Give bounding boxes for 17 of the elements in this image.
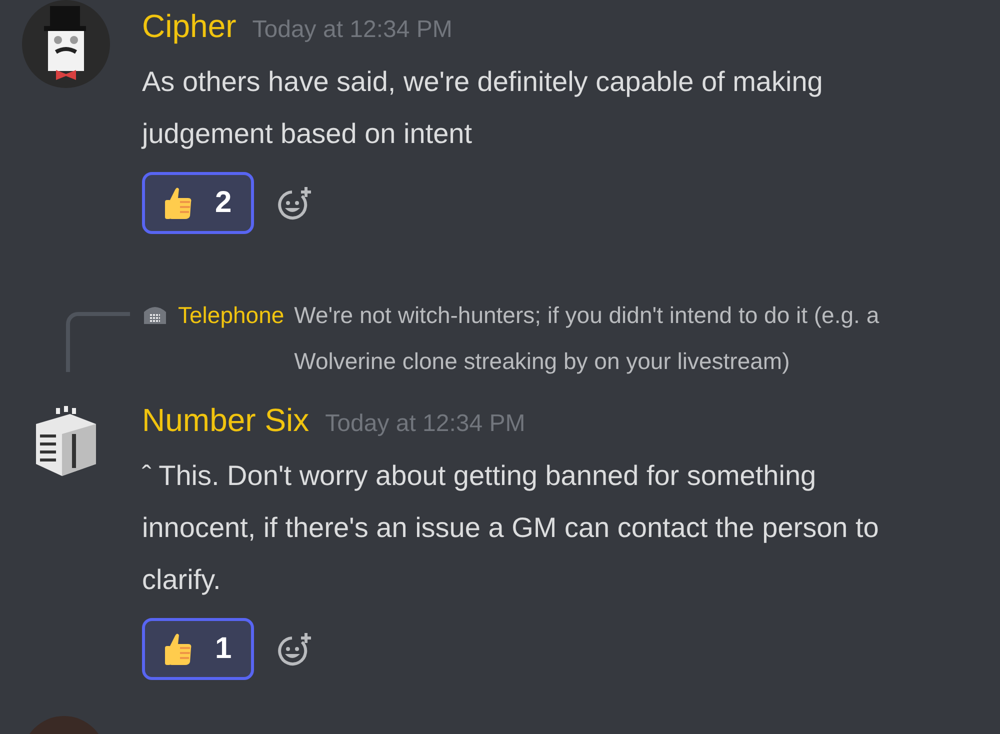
thumbs-up-icon xyxy=(163,632,193,666)
add-reaction-icon[interactable] xyxy=(278,186,314,220)
reply-author[interactable]: Telephone xyxy=(178,292,284,338)
thumbs-up-icon xyxy=(163,186,193,220)
author-name[interactable]: Cipher xyxy=(142,0,236,52)
telephone-icon xyxy=(142,304,168,326)
timestamp: Today at 12:34 PM xyxy=(325,409,526,439)
thumbs-up-reaction[interactable]: 1 xyxy=(142,618,254,680)
message-text: As others have said, we're definitely capable of making judgement based on intent xyxy=(142,65,824,151)
message-text: ˆ This. Don't worry about getting banned for something innocent, if there's an issue a GM can contact the person to clarify. xyxy=(142,459,880,597)
reply-connector xyxy=(66,312,130,372)
thumbs-up-reaction[interactable]: 2 xyxy=(142,172,254,234)
reply-preview[interactable]: We're not witch-hunters; if you didn't intend to do it (e.g. a Wolverine clone streaking by on your livestream) xyxy=(294,292,954,384)
timestamp: Today at 12:34 PM xyxy=(252,15,452,45)
avatar-icon[interactable] xyxy=(22,0,110,88)
add-reaction-icon[interactable] xyxy=(278,632,314,666)
author-name[interactable]: Number Six xyxy=(142,394,310,446)
